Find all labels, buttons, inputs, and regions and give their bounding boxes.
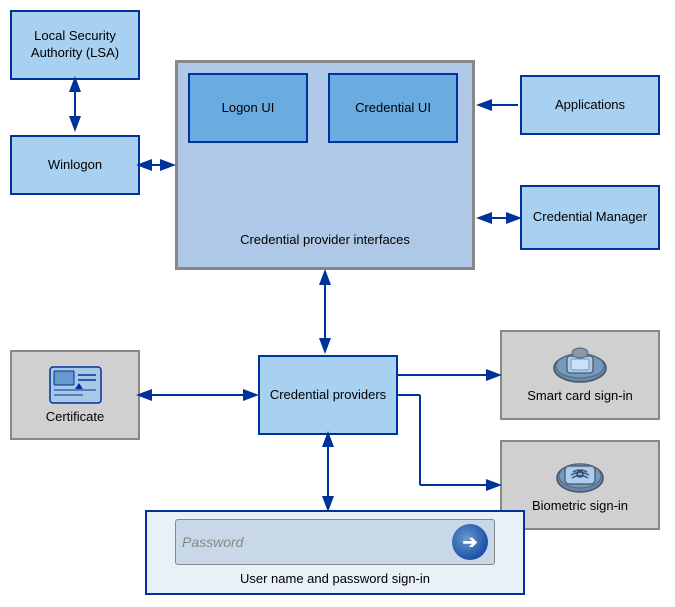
- credential-provider-outer: Logon UI Credential UI Credential provid…: [175, 60, 475, 270]
- winlogon-label: Winlogon: [48, 157, 102, 174]
- applications-box: Applications: [520, 75, 660, 135]
- credential-manager-box: Credential Manager: [520, 185, 660, 250]
- certificate-icon: [48, 365, 103, 405]
- password-signin-label: User name and password sign-in: [240, 571, 430, 586]
- lsa-label: Local Security Authority (LSA): [16, 28, 134, 62]
- cpi-text: Credential provider interfaces: [240, 232, 410, 247]
- logon-ui-box: Logon UI: [188, 73, 308, 143]
- credential-manager-label: Credential Manager: [533, 209, 647, 226]
- certificate-label: Certificate: [46, 409, 105, 426]
- credential-ui-label: Credential UI: [355, 100, 431, 117]
- smart-card-box: Smart card sign-in: [500, 330, 660, 420]
- applications-label: Applications: [555, 97, 625, 114]
- cpi-label: Credential provider interfaces: [178, 232, 472, 247]
- biometric-icon: [555, 456, 605, 494]
- credential-providers-box: Credential providers: [258, 355, 398, 435]
- biometric-label: Biometric sign-in: [532, 498, 628, 515]
- password-input-row[interactable]: Password ➔: [175, 519, 495, 565]
- certificate-box: Certificate: [10, 350, 140, 440]
- credential-providers-label: Credential providers: [270, 387, 386, 404]
- lsa-box: Local Security Authority (LSA): [10, 10, 140, 80]
- password-placeholder: Password: [182, 534, 448, 550]
- credential-ui-box: Credential UI: [328, 73, 458, 143]
- smart-card-icon: [553, 346, 608, 384]
- password-submit-button[interactable]: ➔: [452, 524, 488, 560]
- winlogon-box: Winlogon: [10, 135, 140, 195]
- diagram: Local Security Authority (LSA) Winlogon …: [0, 0, 675, 607]
- logon-ui-label: Logon UI: [222, 100, 275, 117]
- smart-card-label: Smart card sign-in: [527, 388, 632, 405]
- password-signin-box: Password ➔ User name and password sign-i…: [145, 510, 525, 595]
